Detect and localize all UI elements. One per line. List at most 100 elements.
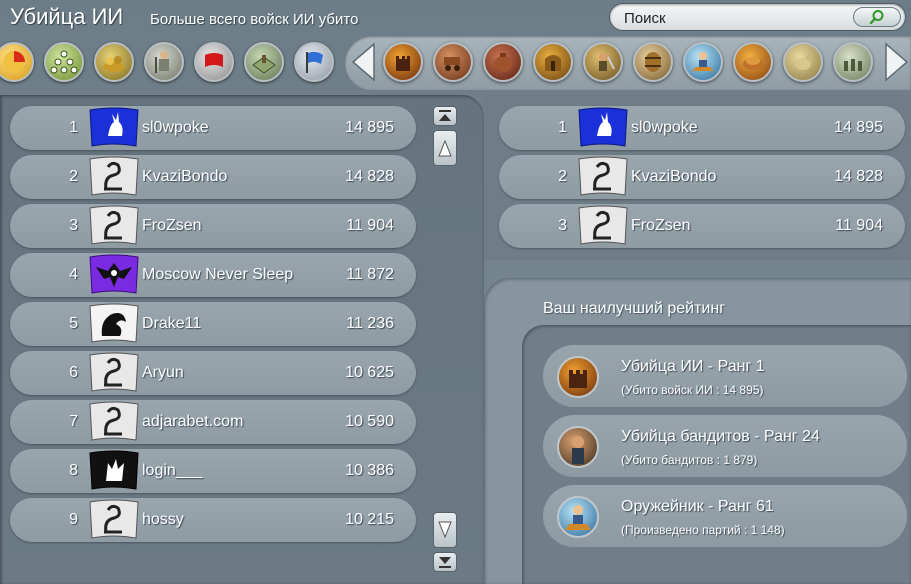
achievement-title: Убийца ИИ - Ранг 1	[621, 358, 765, 375]
cart-icon[interactable]	[433, 42, 473, 82]
grey-serpent-flag-icon	[578, 156, 628, 196]
scroll-up-button[interactable]	[433, 130, 457, 166]
rank: 5	[69, 315, 78, 332]
grey-serpent-flag-icon	[89, 352, 139, 392]
player-name: sl0wpoke	[142, 119, 209, 136]
leaderboard-row-3[interactable]: 3 FroZsen 11 904	[10, 204, 416, 248]
player-name: adjarabet.com	[142, 413, 244, 430]
pie-chart-icon[interactable]	[0, 42, 34, 82]
white-dragon-flag-icon	[89, 303, 139, 343]
knight-icon[interactable]	[144, 42, 184, 82]
player-name: Moscow Never Sleep	[142, 266, 294, 283]
icon-carousel	[345, 36, 911, 90]
player-score: 14 895	[834, 119, 883, 136]
bandit-icon[interactable]	[583, 42, 623, 82]
player-score: 11 236	[346, 315, 394, 332]
barrel-icon[interactable]	[633, 42, 673, 82]
treasure-icon[interactable]	[94, 42, 134, 82]
leaderboard-row-9[interactable]: 9 hossy 10 215	[10, 498, 416, 542]
red-flag-icon[interactable]	[194, 42, 234, 82]
blue-flag-icon[interactable]	[294, 42, 334, 82]
player-name: Drake11	[142, 315, 202, 332]
leaderboard-row-4[interactable]: 4 Moscow Never Sleep 11 872	[10, 253, 416, 297]
player-name: FroZsen	[142, 217, 202, 234]
army-icon[interactable]	[833, 42, 873, 82]
search-input[interactable]	[624, 9, 844, 27]
achievement-detail: (Убито войск ИИ : 14 895)	[621, 383, 764, 397]
rank: 1	[558, 119, 567, 136]
achievement-row-3[interactable]: Оружейник - Ранг 61 (Произведено партий …	[543, 485, 907, 547]
player-score: 11 904	[835, 217, 883, 234]
rank: 6	[69, 364, 78, 381]
player-name: Aryun	[142, 364, 184, 381]
arrow-down-icon	[438, 521, 452, 539]
rank: 1	[69, 119, 78, 136]
rank: 4	[69, 266, 78, 283]
rank: 3	[69, 217, 78, 234]
rank: 3	[558, 217, 567, 234]
map-icon[interactable]	[244, 42, 284, 82]
double-up-icon	[439, 110, 451, 121]
achievement-row-2[interactable]: Убийца бандитов - Ранг 24 (Убито бандито…	[543, 415, 907, 477]
search-icon	[869, 10, 884, 25]
bag-icon[interactable]	[483, 42, 523, 82]
player-score: 10 625	[345, 364, 394, 381]
arrow-up-icon	[438, 139, 452, 157]
player-name: KvaziBondo	[142, 168, 228, 185]
purple-eagle-flag-icon	[89, 254, 139, 294]
bandit-icon	[557, 426, 599, 468]
double-down-icon	[439, 557, 451, 568]
rank: 2	[69, 168, 78, 185]
friends-row-2[interactable]: 2 KvaziBondo 14 828	[499, 155, 905, 199]
grey-serpent-flag-icon	[89, 156, 139, 196]
carousel-prev-button[interactable]	[350, 41, 376, 83]
leaderboard-row-8[interactable]: 8 login___ 10 386	[10, 449, 416, 493]
player-score: 11 872	[346, 266, 394, 283]
player-score: 14 828	[345, 168, 394, 185]
player-score: 10 386	[345, 462, 394, 479]
rank: 8	[69, 462, 78, 479]
leaderboard-row-1[interactable]: 1 sl0wpoke 14 895	[10, 106, 416, 150]
blue-hare-flag-icon	[578, 107, 628, 147]
scroll-down-button[interactable]	[433, 512, 457, 548]
achievement-row-1[interactable]: Убийца ИИ - Ранг 1 (Убито войск ИИ : 14 …	[543, 345, 907, 407]
rank: 9	[69, 511, 78, 528]
achievement-title: Убийца бандитов - Ранг 24	[621, 428, 820, 445]
player-score: 11 904	[346, 217, 394, 234]
molecule-icon[interactable]	[44, 42, 84, 82]
leaderboard-row-5[interactable]: 5 Drake11 11 236	[10, 302, 416, 346]
search-button[interactable]	[853, 7, 901, 27]
food-icon[interactable]	[733, 42, 773, 82]
player-name: sl0wpoke	[631, 119, 698, 136]
castle-fire-icon	[557, 356, 599, 398]
player-name: hossy	[142, 511, 184, 528]
grey-serpent-flag-icon	[89, 205, 139, 245]
friends-row-3[interactable]: 3 FroZsen 11 904	[499, 204, 905, 248]
rank: 2	[558, 168, 567, 185]
carousel-next-button[interactable]	[884, 41, 910, 83]
friends-row-1[interactable]: 1 sl0wpoke 14 895	[499, 106, 905, 150]
achievement-detail: (Убито бандитов : 1 879)	[621, 453, 758, 467]
player-score: 10 590	[345, 413, 394, 430]
rank: 7	[69, 413, 78, 430]
player-score: 10 215	[345, 511, 394, 528]
leaderboard-row-6[interactable]: 6 Aryun 10 625	[10, 351, 416, 395]
page-title: Убийца ИИ	[10, 4, 124, 29]
goat-icon[interactable]	[783, 42, 823, 82]
achievement-title: Оружейник - Ранг 61	[621, 498, 774, 515]
grey-serpent-flag-icon	[89, 499, 139, 539]
smith-icon	[557, 496, 599, 538]
leaderboard-row-2[interactable]: 2 KvaziBondo 14 828	[10, 155, 416, 199]
gate-icon[interactable]	[533, 42, 573, 82]
player-name: FroZsen	[631, 217, 691, 234]
player-name: login___	[142, 462, 203, 479]
search-box	[609, 3, 906, 31]
grey-serpent-flag-icon	[89, 401, 139, 441]
castle-fire-icon[interactable]	[383, 42, 423, 82]
blue-hare-flag-icon	[89, 107, 139, 147]
player-name: KvaziBondo	[631, 168, 717, 185]
leaderboard-row-7[interactable]: 7 adjarabet.com 10 590	[10, 400, 416, 444]
smith-icon[interactable]	[683, 42, 723, 82]
scroll-bottom-button[interactable]	[433, 552, 457, 572]
scroll-top-button[interactable]	[433, 106, 457, 126]
